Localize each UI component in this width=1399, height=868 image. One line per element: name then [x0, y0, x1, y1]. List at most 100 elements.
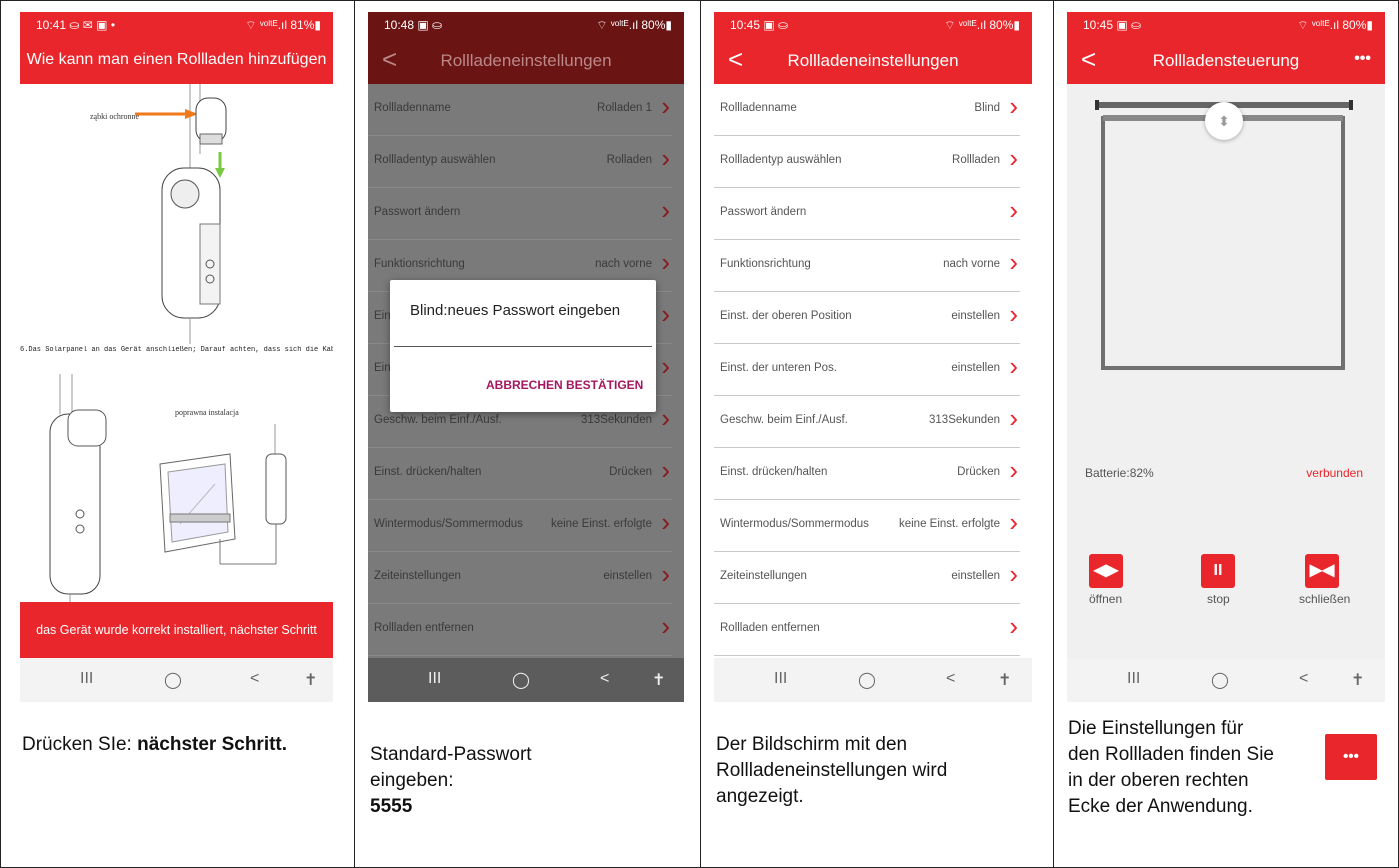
settings-row-label: Rollladentyp auswählen [720, 154, 842, 166]
settings-row[interactable]: Funktionsrichtung nach vorne › [714, 240, 1020, 292]
settings-row[interactable]: Rollladentyp auswählen Rollladen › [714, 136, 1020, 188]
settings-row[interactable]: Wintermodus/Sommermodus keine Einst. erfo… [714, 500, 1020, 552]
status-bar: 10:45 ▣ ⛀ ⌔ ᵛᵒˡᵗᴱ.ıl 80%▮ [714, 12, 1032, 38]
phone-screen-4: 10:45 ▣ ⛀ ⌔ ᵛᵒˡᵗᴱ.ıl 80%▮ < Rollladenste… [1067, 12, 1385, 702]
back-icon[interactable]: < [250, 670, 259, 688]
recent-apps-icon[interactable]: III [80, 670, 93, 688]
back-icon[interactable]: < [600, 670, 609, 688]
settings-row-value: einstellen [951, 362, 1000, 374]
settings-row-label: Geschw. beim Einf./Ausf. [720, 414, 848, 426]
settings-row-value: nach vorne [595, 258, 652, 270]
chevron-right-icon: › [1009, 299, 1018, 329]
settings-row[interactable]: Zeiteinstellungen einstellen › [714, 552, 1020, 604]
settings-row-value: Rolladen [606, 154, 652, 166]
accessibility-icon[interactable]: ✝ [998, 670, 1011, 690]
position-slider-handle[interactable]: ⬍ [1205, 102, 1243, 140]
settings-row[interactable]: Einst. drücken/halten Drücken › [714, 448, 1020, 500]
settings-row[interactable]: Rollladen entfernen › [368, 604, 672, 656]
page-title: Rollladeneinstellungen [440, 51, 612, 70]
settings-row[interactable]: Geschw. beim Einf./Ausf. 313Sekunden › [714, 396, 1020, 448]
app-bar: < Rollladeneinstellungen [368, 38, 684, 84]
connection-status: verbunden [1306, 466, 1363, 480]
home-icon[interactable]: ◯ [512, 670, 530, 690]
settings-row[interactable]: Rollladenname Rolladen 1 › [368, 84, 672, 136]
page-title: Rollladensteuerung [1152, 51, 1300, 70]
close-button[interactable]: ▶◀ [1305, 554, 1339, 588]
system-nav-bar: III ◯ < ✝ [1067, 658, 1385, 702]
more-options-button-illustration: ••• [1325, 734, 1377, 780]
cancel-button[interactable]: ABBRECHEN [486, 378, 563, 392]
settings-row[interactable]: Zeiteinstellungen einstellen › [368, 552, 672, 604]
settings-row-label: Einst. der unteren Pos. [720, 362, 837, 374]
chevron-right-icon: › [1009, 403, 1018, 433]
caption-4: Die Einstellungen für den Rollladen find… [1068, 718, 1274, 817]
settings-row[interactable]: Rollladenname Blind › [714, 84, 1020, 136]
accessibility-icon[interactable]: ✝ [1351, 670, 1364, 690]
settings-row-value: einstellen [603, 570, 652, 582]
settings-row-label: Einst. der oberen Position [720, 310, 852, 322]
next-step-button[interactable]: das Gerät wurde korrekt installiert, näc… [20, 602, 333, 658]
settings-row-label: Rollladen entfernen [374, 622, 474, 634]
caption-2-password: 5555 [370, 796, 413, 817]
open-button[interactable]: ◀▶ [1089, 554, 1123, 588]
chevron-right-icon: › [661, 507, 670, 537]
settings-row[interactable]: Einst. drücken/halten Drücken › [368, 448, 672, 500]
chevron-right-icon: › [1009, 143, 1018, 173]
settings-row-value: keine Einst. erfolgte [550, 518, 652, 530]
chevron-right-icon: › [1009, 507, 1018, 537]
recent-apps-icon[interactable]: III [428, 670, 441, 688]
home-icon[interactable]: ◯ [858, 670, 876, 690]
phone-screen-3: 10:45 ▣ ⛀ ⌔ ᵛᵒˡᵗᴱ.ıl 80%▮ < Rollladen ein… [714, 12, 1032, 702]
accessibility-icon[interactable]: ✝ [304, 670, 317, 690]
settings-row[interactable]: Einst. der unteren Pos. einstellen › [714, 344, 1020, 396]
close-label: schließen [1299, 592, 1351, 606]
caption-2-line: eingeben: [370, 770, 454, 791]
settings-row-label: Rollladentyp auswählen [374, 154, 496, 166]
more-options-icon[interactable]: ••• [1354, 50, 1371, 68]
chevron-right-icon: › [1009, 195, 1018, 225]
settings-row-label: Wintermodus/Sommermodus [720, 518, 869, 530]
chevron-right-icon: › [1009, 611, 1018, 641]
divider [700, 0, 701, 868]
caption-1-bold: nächster Schritt. [137, 734, 288, 755]
settings-row[interactable]: Rollladen entfernen › [714, 604, 1020, 656]
password-dialog: Blind:neues Passwort eingeben ABBRECHEN … [390, 280, 656, 412]
settings-row[interactable]: Passwort ändern › [368, 188, 672, 240]
stop-label: stop [1207, 592, 1230, 606]
settings-row[interactable]: Einst. der oberen Position einstellen › [714, 292, 1020, 344]
home-icon[interactable]: ◯ [1211, 670, 1229, 690]
confirm-button[interactable]: BESTÄTIGEN [566, 378, 643, 392]
settings-row-label: Funktionsrichtung [374, 258, 465, 270]
settings-row-value: keine Einst. erfolgte [898, 518, 1000, 530]
accessibility-icon[interactable]: ✝ [652, 670, 665, 690]
password-input[interactable] [394, 346, 652, 347]
settings-row-label: Einst. drücken/halten [720, 466, 828, 478]
caption-1: Drücken SIe: nächster Schritt. [22, 732, 322, 758]
settings-row-label: Zeiteinstellungen [374, 570, 461, 582]
home-icon[interactable]: ◯ [164, 670, 182, 690]
settings-row-value: Rollladen [952, 154, 1000, 166]
settings-row-label: Zeiteinstellungen [720, 570, 807, 582]
settings-row-value: einstellen [951, 570, 1000, 582]
settings-row-value: einstellen [951, 310, 1000, 322]
settings-row-value: Drücken [957, 466, 1000, 478]
status-icons: ⌔ ᵛᵒˡᵗᴱ.ıl 80%▮ [944, 18, 1020, 32]
open-label: öffnen [1089, 592, 1123, 606]
page-title: Wie kann man einen Rollladen hinzufügen [26, 51, 327, 68]
settings-row-value: Blind [974, 102, 1000, 114]
settings-row[interactable]: Wintermodus/Sommermodus keine Einst. erfo… [368, 500, 672, 552]
settings-row[interactable]: Rollladentyp auswählen Rolladen › [368, 136, 672, 188]
status-time: 10:45 ▣ ⛀ [1083, 18, 1142, 32]
stop-button[interactable]: II [1201, 554, 1235, 588]
recent-apps-icon[interactable]: III [774, 670, 787, 688]
settings-row[interactable]: Passwort ändern › [714, 188, 1020, 240]
settings-row-value: 313Sekunden [929, 414, 1000, 426]
back-icon[interactable]: < [946, 670, 955, 688]
instruction-text: 6.Das Solarpanel an das Gerät anschließe… [20, 346, 333, 354]
recent-apps-icon[interactable]: III [1127, 670, 1140, 688]
status-icons: ⌔ ᵛᵒˡᵗᴱ.ıl 80%▮ [1297, 18, 1373, 32]
back-icon[interactable]: < [1299, 670, 1308, 688]
dialog-title: Blind:neues Passwort eingeben [410, 302, 621, 319]
phone-screen-1: 10:41 ⛀ ✉ ▣ • ⌔ ᵛᵒˡᵗᴱ.ıl 81%▮ Wie kann m… [20, 12, 333, 702]
chevron-right-icon: › [1009, 455, 1018, 485]
